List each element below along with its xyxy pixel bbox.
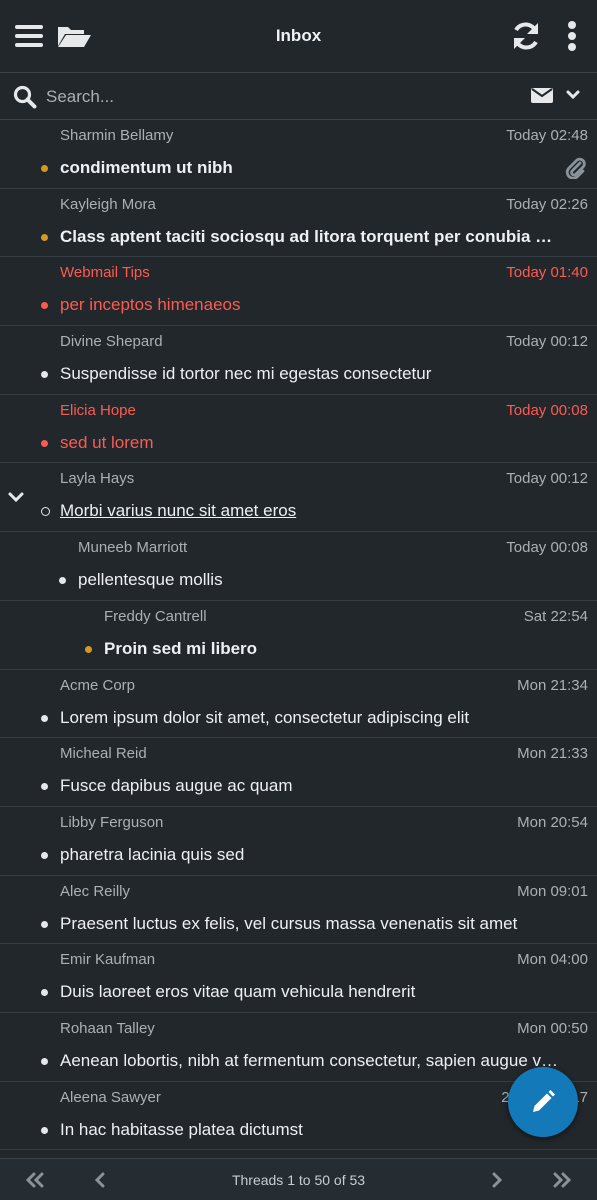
message-subject: In hac habitasse platea dictumst xyxy=(60,1119,303,1139)
app-header: Inbox xyxy=(0,0,597,73)
message-sender: Webmail Tips xyxy=(60,264,150,282)
paperclip-icon xyxy=(565,157,586,179)
next-page-button[interactable] xyxy=(483,1169,511,1191)
search-icon xyxy=(13,85,37,109)
refresh-button[interactable] xyxy=(508,18,544,54)
message-subject: pellentesque mollis xyxy=(78,570,223,590)
message-row[interactable]: Freddy Cantrell Sat 22:54 Proin sed mi lib… xyxy=(0,601,597,670)
search-bar xyxy=(0,73,597,120)
chevron-down-icon xyxy=(566,90,580,100)
message-sender: Freddy Cantrell xyxy=(104,607,207,625)
message-date: Mon 20:54 xyxy=(517,813,588,831)
message-row[interactable]: Acme Corp Mon 21:34 Lorem ipsum dolor sit … xyxy=(0,670,597,739)
message-sender: Layla Hays xyxy=(60,470,135,488)
message-sender: Alec Reilly xyxy=(60,882,131,900)
message-subject: per inceptos himenaeos xyxy=(60,295,241,315)
message-sender: Acme Corp xyxy=(60,676,136,694)
status-dot xyxy=(41,783,48,791)
refresh-icon xyxy=(514,22,538,50)
status-dot xyxy=(59,577,66,585)
status-dot xyxy=(41,371,48,379)
last-page-icon xyxy=(553,1172,572,1188)
status-dot xyxy=(41,1057,48,1065)
message-subject: Duis laoreet eros vitae quam vehicula he… xyxy=(60,982,416,1002)
status-dot xyxy=(41,1126,48,1134)
message-row[interactable]: Emir Kaufman Mon 04:00 Duis laoreet eros v… xyxy=(0,944,597,1013)
message-row[interactable]: Kayleigh Mora Today 02:26 Class aptent tac… xyxy=(0,189,597,258)
more-options-button[interactable] xyxy=(554,18,590,54)
message-sender: Divine Shepard xyxy=(60,333,163,351)
message-row[interactable]: Divine Shepard Today 00:12 Suspendisse id … xyxy=(0,326,597,395)
thread-collapse-icon[interactable] xyxy=(7,491,25,505)
status-dot xyxy=(41,714,48,722)
message-sender: Kayleigh Mora xyxy=(60,195,156,213)
message-row[interactable]: Libby Ferguson Mon 20:54 pharetra lacinia … xyxy=(0,807,597,876)
last-page-button[interactable] xyxy=(548,1169,576,1191)
message-row[interactable]: Webmail Tips Today 01:40 per inceptos hime… xyxy=(0,257,597,327)
compose-button[interactable] xyxy=(508,1067,578,1137)
message-list: Sharmin Bellamy Today 02:48 condimentum ut… xyxy=(0,120,597,1151)
message-row[interactable]: Layla Hays Today 00:12 Morbi varius nunc s… xyxy=(0,463,597,533)
message-subject: pharetra lacinia quis sed xyxy=(60,844,245,864)
message-sender: Micheal Reid xyxy=(60,745,147,763)
message-date: Sat 22:54 xyxy=(523,607,588,625)
message-date: Today 00:12 xyxy=(506,470,588,488)
message-subject: Proin sed mi libero xyxy=(104,638,258,658)
next-page-icon xyxy=(492,1172,503,1188)
message-subject: Class aptent taciti sociosqu ad litora t… xyxy=(60,226,561,246)
more-vertical-icon xyxy=(568,21,576,51)
message-sender: Sharmin Bellamy xyxy=(60,127,174,144)
search-scope-button[interactable] xyxy=(530,85,580,105)
message-sender: Rohaan Talley xyxy=(60,1019,155,1037)
message-date: Mon 00:50 xyxy=(517,1019,588,1037)
message-date: Today 00:12 xyxy=(506,333,588,351)
message-subject: Suspendisse id tortor nec mi egestas con… xyxy=(60,364,432,384)
message-subject: Praesent luctus ex felis, vel cursus mas… xyxy=(60,913,518,933)
status-dot xyxy=(41,851,48,859)
message-subject: Aenean lobortis, nibh at fermentum conse… xyxy=(60,1050,561,1070)
message-row[interactable]: Elicia Hope Today 00:08 sed ut lorem xyxy=(0,395,597,464)
message-row[interactable]: Muneeb Marriott Today 00:08 pellentesque m… xyxy=(0,532,597,601)
message-row[interactable]: Rohaan Talley Mon 00:50 Aenean lobortis, n… xyxy=(0,1013,597,1082)
message-row[interactable]: Alec Reilly Mon 09:01 Praesent luctus ex f… xyxy=(0,876,597,945)
envelope-icon xyxy=(531,88,553,103)
status-dot xyxy=(85,645,92,653)
message-date: Today 02:48 xyxy=(506,127,588,144)
status-dot xyxy=(41,233,48,241)
message-date: Today 00:08 xyxy=(506,539,588,557)
status-dot xyxy=(41,989,48,997)
message-date: Mon 04:00 xyxy=(517,951,588,969)
message-subject: Lorem ipsum dolor sit amet, consectetur … xyxy=(60,707,470,727)
status-dot xyxy=(41,165,48,172)
status-dot xyxy=(41,920,48,928)
status-dot xyxy=(41,507,50,517)
message-sender: Muneeb Marriott xyxy=(78,539,188,557)
message-subject: Fusce dapibus augue ac quam xyxy=(60,776,293,796)
message-date: Mon 09:01 xyxy=(517,882,588,900)
status-dot xyxy=(41,439,48,447)
message-row[interactable]: Aleena Sawyer27 Jun 12:17In hac habitass… xyxy=(0,1082,597,1151)
message-sender: Elicia Hope xyxy=(60,401,136,419)
message-date: Today 01:40 xyxy=(506,264,588,282)
message-sender: Libby Ferguson xyxy=(60,813,164,831)
pager-bar: Threads 1 to 50 of 53 xyxy=(0,1158,597,1200)
message-row[interactable]: Micheal Reid Mon 21:33 Fusce dapibus augue… xyxy=(0,738,597,807)
status-dot xyxy=(41,302,48,310)
message-sender: Emir Kaufman xyxy=(60,951,156,969)
message-date: Mon 21:34 xyxy=(517,676,588,694)
message-date: Today 02:26 xyxy=(506,195,588,213)
compose-icon xyxy=(533,1090,555,1112)
message-row[interactable]: Sharmin Bellamy Today 02:48 condimentum ut… xyxy=(0,120,597,189)
message-date: Today 00:08 xyxy=(506,401,588,419)
message-subject: sed ut lorem xyxy=(60,432,154,452)
message-subject: condimentum ut nibh xyxy=(60,158,233,177)
message-subject: Morbi varius nunc sit amet eros xyxy=(60,501,297,521)
message-sender: Aleena Sawyer xyxy=(60,1088,161,1106)
message-date: Mon 21:33 xyxy=(517,745,588,763)
search-input[interactable] xyxy=(46,83,486,111)
